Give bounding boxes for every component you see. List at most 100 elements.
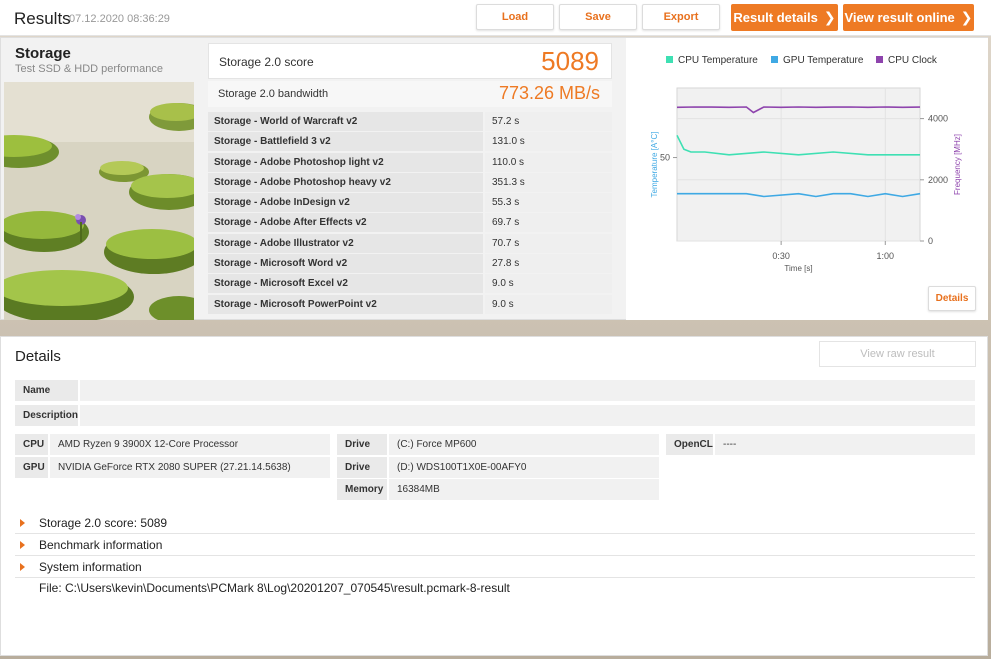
test-value: 70.7 s	[485, 233, 612, 253]
test-name: Storage - Adobe Illustrator v2	[208, 233, 483, 253]
chevron-right-icon: ❯	[960, 9, 973, 25]
gpu-value: NVIDIA GeForce RTX 2080 SUPER (27.21.14.…	[50, 457, 330, 478]
expand-arrow-icon	[20, 541, 25, 549]
test-value: 27.8 s	[485, 254, 612, 274]
result-details-label: Result details	[733, 10, 818, 25]
save-button[interactable]: Save	[559, 4, 637, 30]
section-label: System information	[39, 560, 142, 574]
bandwidth-label: Storage 2.0 bandwidth	[218, 88, 329, 100]
benchmark-summary-panel: Storage Test SSD & HDD performance Stora…	[0, 37, 988, 320]
opencl-value: ----	[715, 434, 975, 455]
memory-value: 16384MB	[389, 479, 659, 500]
test-name: Storage - World of Warcraft v2	[208, 112, 483, 131]
table-row: Storage - Adobe Photoshop heavy v2 351.3 …	[208, 172, 612, 192]
load-button[interactable]: Load	[476, 4, 554, 30]
x-tick-label: 1:00	[877, 251, 895, 261]
expandable-section-system-info[interactable]: System information	[15, 557, 975, 578]
score-value: 5089	[541, 46, 599, 76]
description-label: Description	[15, 405, 78, 426]
cpu-label: CPU	[15, 434, 48, 455]
view-result-online-label: View result online	[844, 10, 955, 25]
test-value: 351.3 s	[485, 172, 612, 192]
result-file-path: File: C:\Users\kevin\Documents\PCMark 8\…	[39, 581, 510, 595]
table-row: Storage - Adobe Illustrator v2 70.7 s	[208, 233, 612, 253]
benchmark-image	[4, 82, 194, 320]
bandwidth-box: Storage 2.0 bandwidth 773.26 MB/s	[208, 81, 612, 107]
test-name: Storage - Adobe After Effects v2	[208, 213, 483, 233]
description-value	[80, 405, 975, 426]
y-right-tick-label: 4000	[928, 114, 948, 124]
test-name: Storage - Adobe Photoshop heavy v2	[208, 172, 483, 192]
table-row: Storage - Adobe Photoshop light v2 110.0 …	[208, 152, 612, 172]
table-row: Storage - Adobe After Effects v2 69.7 s	[208, 213, 612, 233]
y-right-tick-label: 2000	[928, 175, 948, 185]
legend-swatch	[666, 56, 673, 63]
y-right-tick-label: 0	[928, 236, 933, 246]
table-row: Storage - Microsoft PowerPoint v2 9.0 s	[208, 294, 612, 314]
test-results-table: Storage - World of Warcraft v2 57.2 s Sto…	[208, 112, 612, 315]
opencl-label: OpenCL	[666, 434, 713, 455]
drive-value: (C:) Force MP600	[389, 434, 659, 455]
monitoring-details-button[interactable]: Details	[928, 286, 976, 311]
test-name: Storage - Microsoft Excel v2	[208, 274, 483, 294]
drive-label: Drive	[337, 457, 387, 478]
drive-label: Drive	[337, 434, 387, 455]
expand-arrow-icon	[20, 563, 25, 571]
table-row: Storage - Microsoft Excel v2 9.0 s	[208, 274, 612, 294]
score-label: Storage 2.0 score	[219, 55, 314, 69]
name-value	[80, 380, 975, 401]
test-value: 9.0 s	[485, 294, 612, 314]
expandable-section-benchmark-info[interactable]: Benchmark information	[15, 535, 975, 556]
y-right-axis-label: Frequency [MHz]	[953, 134, 962, 195]
page-title: Results	[14, 9, 71, 28]
test-value: 110.0 s	[485, 152, 612, 172]
table-row: Storage - World of Warcraft v2 57.2 s	[208, 112, 612, 131]
chevron-right-icon: ❯	[823, 9, 836, 25]
test-name: Storage - Microsoft Word v2	[208, 254, 483, 274]
y-left-axis-label: Temperature [A°C]	[650, 132, 659, 198]
export-button[interactable]: Export	[642, 4, 720, 30]
benchmark-name: Storage	[15, 45, 71, 62]
test-value: 69.7 s	[485, 213, 612, 233]
monitoring-chart: CPU Temperature GPU Temperature CPU Clock 0…	[650, 55, 962, 273]
test-name: Storage - Adobe InDesign v2	[208, 193, 483, 213]
test-value: 57.2 s	[485, 112, 612, 131]
legend-swatch	[876, 56, 883, 63]
test-name: Storage - Battlefield 3 v2	[208, 132, 483, 152]
test-name: Storage - Microsoft PowerPoint v2	[208, 294, 483, 314]
details-title: Details	[15, 348, 61, 365]
results-header: Results 07.12.2020 08:36:29 Load Save Ex…	[0, 0, 991, 36]
details-panel: Details View raw result Name Description…	[0, 336, 988, 656]
plot-area	[676, 87, 921, 242]
y-left-tick-label: 50	[660, 153, 670, 163]
table-row: Storage - Adobe InDesign v2 55.3 s	[208, 193, 612, 213]
view-raw-result-button[interactable]: View raw result	[819, 341, 976, 367]
cpu-value: AMD Ryzen 9 3900X 12-Core Processor	[50, 434, 330, 455]
section-label: Storage 2.0 score: 5089	[39, 516, 168, 530]
table-row: Storage - Battlefield 3 v2 131.0 s	[208, 132, 612, 152]
memory-label: Memory	[337, 479, 387, 500]
test-value: 131.0 s	[485, 132, 612, 152]
name-label: Name	[15, 380, 78, 401]
water-lily-illustration	[4, 82, 194, 320]
score-box: Storage 2.0 score 5089	[208, 43, 612, 79]
expandable-section-score[interactable]: Storage 2.0 score: 5089	[15, 513, 975, 534]
table-row: Storage - Microsoft Word v2 27.8 s	[208, 254, 612, 274]
expand-arrow-icon	[20, 519, 25, 527]
result-details-button[interactable]: Result details ❯	[731, 4, 838, 31]
bandwidth-value: 773.26 MB/s	[498, 83, 600, 103]
x-axis-label: Time [s]	[784, 264, 812, 273]
view-result-online-button[interactable]: View result online ❯	[843, 4, 974, 31]
legend-label: CPU Clock	[888, 55, 938, 66]
test-value: 55.3 s	[485, 193, 612, 213]
section-label: Benchmark information	[39, 538, 163, 552]
benchmark-subtitle: Test SSD & HDD performance	[15, 63, 163, 75]
monitoring-chart-panel: CPU Temperature GPU Temperature CPU Clock 0…	[626, 38, 988, 320]
legend-label: GPU Temperature	[783, 55, 864, 66]
result-timestamp: 07.12.2020 08:36:29	[69, 13, 170, 25]
drive-value: (D:) WDS100T1X0E-00AFY0	[389, 457, 659, 478]
test-name: Storage - Adobe Photoshop light v2	[208, 152, 483, 172]
x-tick-label: 0:30	[772, 251, 790, 261]
gpu-label: GPU	[15, 457, 48, 478]
legend-label: CPU Temperature	[678, 55, 758, 66]
